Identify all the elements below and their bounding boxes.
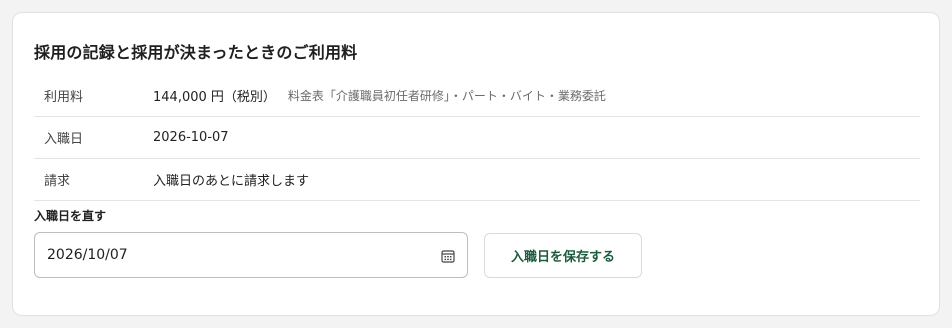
- fee-note: 料金表「介護職員初任者研修」・パート・バイト・業務委託: [287, 89, 606, 103]
- hire-record-card: 採用の記録と採用が決まったときのご利用料 利用料 144,000 円（税別） 料…: [12, 12, 940, 316]
- calendar-icon[interactable]: [441, 248, 455, 263]
- billing-row: 請求 入職日のあとに請求します: [34, 159, 920, 201]
- edit-hire-date-label: 入職日を直す: [34, 209, 107, 223]
- hire-date-input-value[interactable]: 2026/10/07: [47, 247, 128, 263]
- fee-row: 利用料 144,000 円（税別） 料金表「介護職員初任者研修」・パート・バイト…: [34, 75, 920, 117]
- fee-label: 利用料: [44, 90, 84, 105]
- hire-date-row: 入職日 2026-10-07: [34, 117, 920, 159]
- save-hire-date-button[interactable]: 入職日を保存する: [484, 233, 642, 278]
- hire-date-label: 入職日: [44, 132, 84, 147]
- billing-label: 請求: [44, 174, 71, 189]
- hire-date-value: 2026-10-07: [153, 130, 229, 145]
- card-title: 採用の記録と採用が決まったときのご利用料: [34, 43, 358, 62]
- hire-date-input[interactable]: 2026/10/07: [34, 232, 468, 278]
- fee-value: 144,000 円（税別）: [153, 90, 276, 105]
- billing-value: 入職日のあとに請求します: [153, 174, 310, 189]
